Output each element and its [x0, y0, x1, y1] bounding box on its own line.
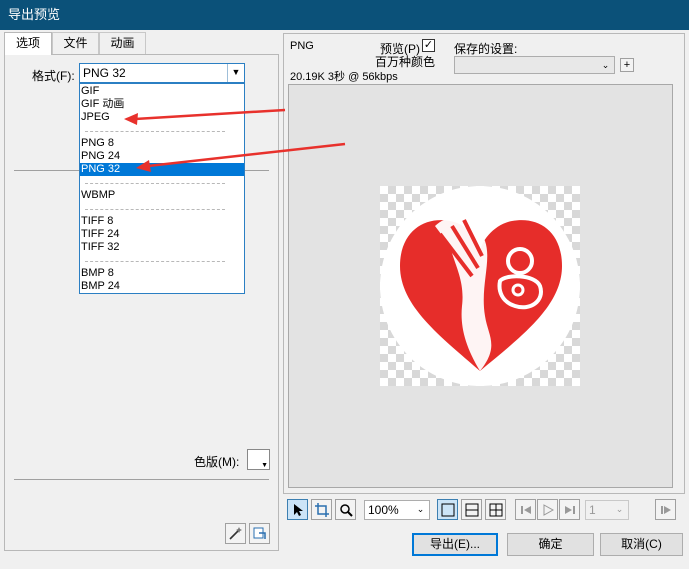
window-title-bar: 导出预览: [0, 0, 689, 30]
palette-label: 色版(M):: [194, 455, 240, 469]
tab-options[interactable]: 选项: [4, 32, 52, 55]
file-size-info: 20.19K 3秒 @ 56kbps: [290, 71, 398, 83]
zoom-value: 100%: [368, 503, 399, 517]
chevron-down-icon[interactable]: ▼: [227, 64, 244, 82]
last-frame-icon[interactable]: [559, 499, 580, 520]
dropdown-separator: [85, 131, 225, 132]
format-option-wbmp[interactable]: WBMP: [80, 189, 244, 202]
format-label: 格式(F):: [32, 69, 75, 83]
cancel-button[interactable]: 取消(C): [600, 533, 683, 556]
pointer-icon[interactable]: [287, 499, 308, 520]
chevron-down-icon[interactable]: ⌄: [412, 501, 429, 519]
magic-wand-icon[interactable]: [225, 523, 246, 544]
play-icon[interactable]: [537, 499, 558, 520]
preview-checkbox[interactable]: ✓: [422, 39, 435, 52]
dropdown-separator: [85, 261, 225, 262]
format-option-gif[interactable]: GIF: [80, 85, 244, 98]
refresh-icon[interactable]: [249, 523, 270, 544]
format-dropdown-list[interactable]: GIF GIF 动画 JPEG PNG 8 PNG 24 PNG 32 WBMP…: [79, 83, 245, 294]
checkmark-icon: ✓: [423, 39, 434, 51]
export-button[interactable]: 导出(E)...: [412, 533, 498, 556]
divider: [14, 479, 269, 480]
zoom-icon[interactable]: [335, 499, 356, 520]
single-view-icon[interactable]: [437, 499, 458, 520]
next-frame-icon[interactable]: [655, 499, 676, 520]
saved-settings-select[interactable]: ⌄: [454, 56, 615, 74]
ok-button[interactable]: 确定: [507, 533, 594, 556]
format-select[interactable]: PNG 32 ▼: [79, 63, 245, 83]
format-option-png8[interactable]: PNG 8: [80, 137, 244, 150]
window-title: 导出预览: [8, 7, 61, 22]
format-option-tiff32[interactable]: TIFF 32: [80, 241, 244, 254]
tab-animation[interactable]: 动画: [99, 32, 146, 54]
format-option-png32[interactable]: PNG 32: [80, 163, 244, 176]
saved-settings-label: 保存的设置:: [454, 42, 518, 56]
palette-swatch[interactable]: ▼: [247, 449, 270, 470]
format-option-png24[interactable]: PNG 24: [80, 150, 244, 163]
preview-format: PNG: [290, 40, 314, 52]
format-option-tiff8[interactable]: TIFF 8: [80, 215, 244, 228]
chevron-down-icon[interactable]: ⌄: [611, 501, 628, 519]
crop-icon[interactable]: [311, 499, 332, 520]
first-frame-icon[interactable]: [515, 499, 536, 520]
mother-baby-logo: [380, 186, 580, 386]
format-select-value: PNG 32: [83, 66, 126, 80]
dropdown-separator: [85, 183, 225, 184]
format-option-bmp8[interactable]: BMP 8: [80, 267, 244, 280]
frame-select[interactable]: 1 ⌄: [585, 500, 629, 520]
split-4-view-icon[interactable]: [485, 499, 506, 520]
plus-icon[interactable]: +: [620, 58, 634, 72]
tab-file[interactable]: 文件: [52, 32, 99, 54]
dropdown-separator: [85, 209, 225, 210]
chevron-down-icon[interactable]: ⌄: [597, 57, 614, 73]
format-option-tiff24[interactable]: TIFF 24: [80, 228, 244, 241]
frame-value: 1: [589, 503, 596, 517]
format-option-bmp24[interactable]: BMP 24: [80, 280, 244, 293]
chevron-down-icon: ▼: [261, 462, 268, 469]
zoom-select[interactable]: 100% ⌄: [364, 500, 430, 520]
split-2-view-icon[interactable]: [461, 499, 482, 520]
format-option-jpeg[interactable]: JPEG: [80, 111, 244, 124]
format-option-gif-animated[interactable]: GIF 动画: [80, 98, 244, 111]
